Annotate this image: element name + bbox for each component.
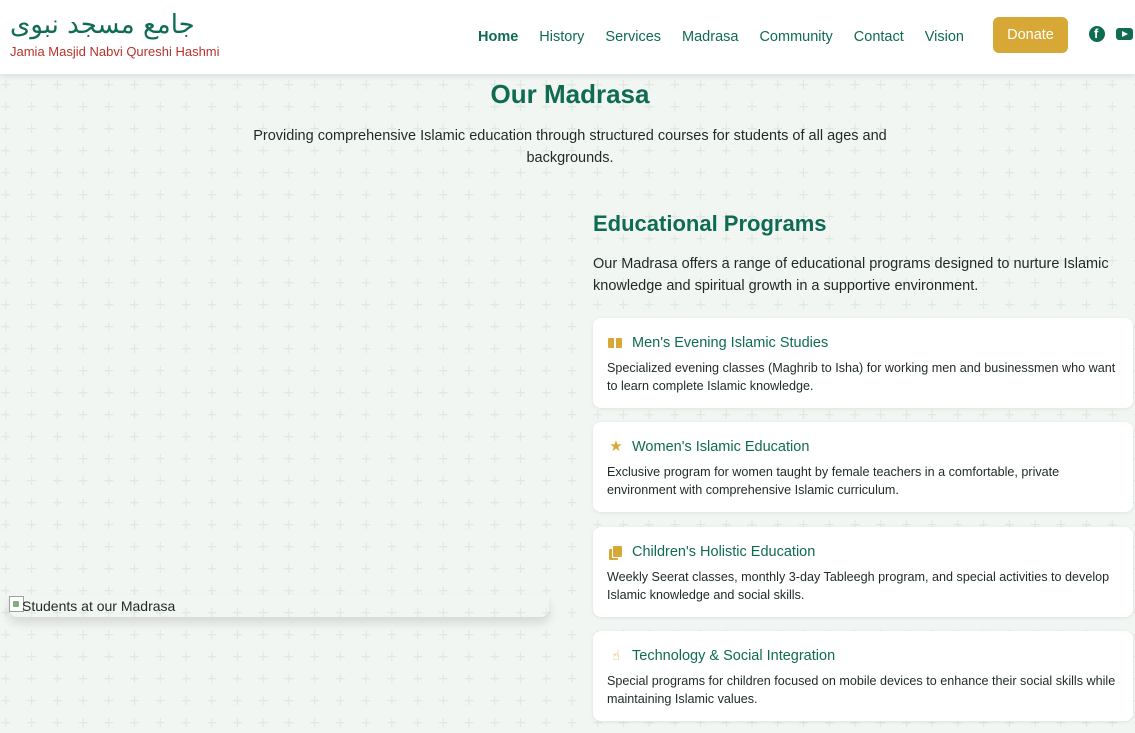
program-card-children: Children's Holistic Education Weekly See…: [593, 527, 1133, 617]
program-card-women: ★ Women's Islamic Education Exclusive pr…: [593, 422, 1133, 512]
section-subtitle: Providing comprehensive Islamic educatio…: [253, 128, 887, 166]
program-title: Children's Holistic Education: [632, 544, 816, 560]
program-text: Specialized evening classes (Maghrib to …: [607, 361, 1116, 393]
program-text: Weekly Seerat classes, monthly 3-day Tab…: [607, 570, 1110, 602]
program-text: Exclusive program for women taught by fe…: [607, 465, 1060, 497]
brand-subtitle[interactable]: Jamia Masjid Nabvi Qureshi Hashmi: [10, 44, 220, 59]
madrasa-image: Students at our Madrasa: [9, 595, 549, 617]
program-title: Technology & Social Integration: [632, 648, 836, 664]
programs-title: Educational Programs: [593, 211, 827, 236]
program-title: Women's Islamic Education: [632, 439, 810, 455]
section-title: Our Madrasa: [490, 79, 650, 109]
nav-contact[interactable]: Contact: [854, 29, 904, 45]
brand-urdu-title[interactable]: جامع مسجد نبوی: [10, 10, 195, 40]
nav-home[interactable]: Home: [478, 29, 518, 45]
youtube-icon[interactable]: [1116, 28, 1133, 40]
nav-history[interactable]: History: [539, 29, 584, 45]
hand-icon: ☝: [612, 648, 620, 663]
program-card-technology: ☝ Technology & Social Integration Specia…: [593, 631, 1133, 721]
nav-vision[interactable]: Vision: [925, 29, 964, 45]
donate-button[interactable]: Donate: [993, 17, 1068, 53]
copy-icon: [609, 546, 622, 560]
main-nav: Home History Services Madrasa Community …: [478, 0, 985, 74]
site-header: جامع مسجد نبوی Jamia Masjid Nabvi Quresh…: [0, 0, 1135, 74]
nav-services[interactable]: Services: [605, 29, 661, 45]
book-icon: [608, 338, 623, 349]
facebook-icon[interactable]: [1089, 26, 1105, 42]
program-card-men: Men's Evening Islamic Studies Specialize…: [593, 318, 1133, 408]
programs-description: Our Madrasa offers a range of educationa…: [593, 256, 1109, 294]
nav-community[interactable]: Community: [759, 29, 832, 45]
star-icon: ★: [609, 438, 623, 455]
program-text: Special programs for children focused on…: [607, 674, 1116, 706]
image-alt-text: Students at our Madrasa: [22, 598, 176, 614]
program-title: Men's Evening Islamic Studies: [632, 335, 829, 351]
nav-madrasa[interactable]: Madrasa: [682, 29, 738, 45]
